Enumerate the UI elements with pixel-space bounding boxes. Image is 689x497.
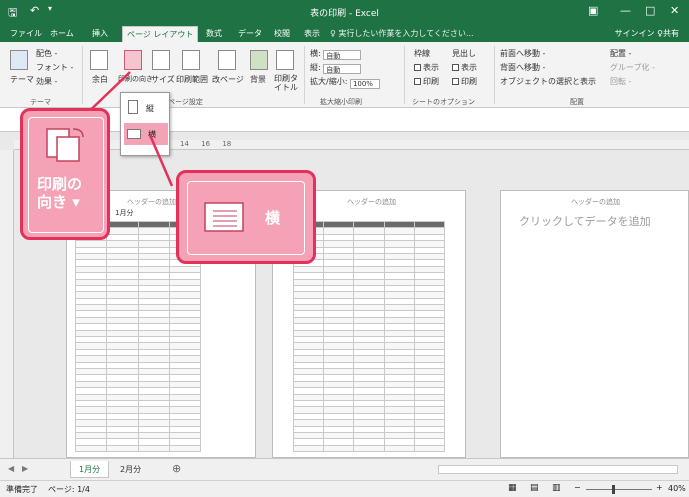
orientation-callout-label: 印刷の 向き ▾ <box>37 175 83 211</box>
status-ready: 準備完了 <box>6 485 38 494</box>
sheet-tab-january[interactable]: 1月分 <box>70 461 110 478</box>
add-sheet-icon[interactable]: ⊕ <box>172 462 181 475</box>
zoom-level[interactable]: 40% <box>668 484 686 493</box>
horizontal-scrollbar[interactable] <box>438 465 678 474</box>
orientation-icon <box>46 128 84 162</box>
status-page-info: ページ: 1/4 <box>48 485 90 494</box>
scroll-right-icon[interactable]: ▶ <box>22 464 28 473</box>
callout-connectors <box>77 71 174 187</box>
status-bar: 準備完了 ページ: 1/4 ▦ ▤ ▥ − + 40% <box>0 480 689 497</box>
normal-view-icon[interactable]: ▦ <box>508 483 517 493</box>
scroll-left-icon[interactable]: ◀ <box>8 464 14 473</box>
zoom-in-icon[interactable]: + <box>656 483 663 492</box>
page-break-view-icon[interactable]: ▥ <box>552 483 561 493</box>
landscape-icon <box>204 202 244 232</box>
orientation-zoom-callout: 印刷の 向き ▾ <box>20 108 110 240</box>
sheet-tabs-bar: ◀ ▶ 1月分 2月分 ⊕ <box>0 458 689 480</box>
zoom-slider-thumb[interactable] <box>612 485 615 494</box>
landscape-callout-label: 横 <box>265 209 281 227</box>
zoom-slider[interactable] <box>586 489 652 490</box>
page-layout-view-icon[interactable]: ▤ <box>530 483 539 493</box>
zoom-out-icon[interactable]: − <box>574 483 581 492</box>
sheet-tab-february[interactable]: 2月分 <box>112 461 149 478</box>
landscape-zoom-callout: 横 <box>176 170 316 264</box>
